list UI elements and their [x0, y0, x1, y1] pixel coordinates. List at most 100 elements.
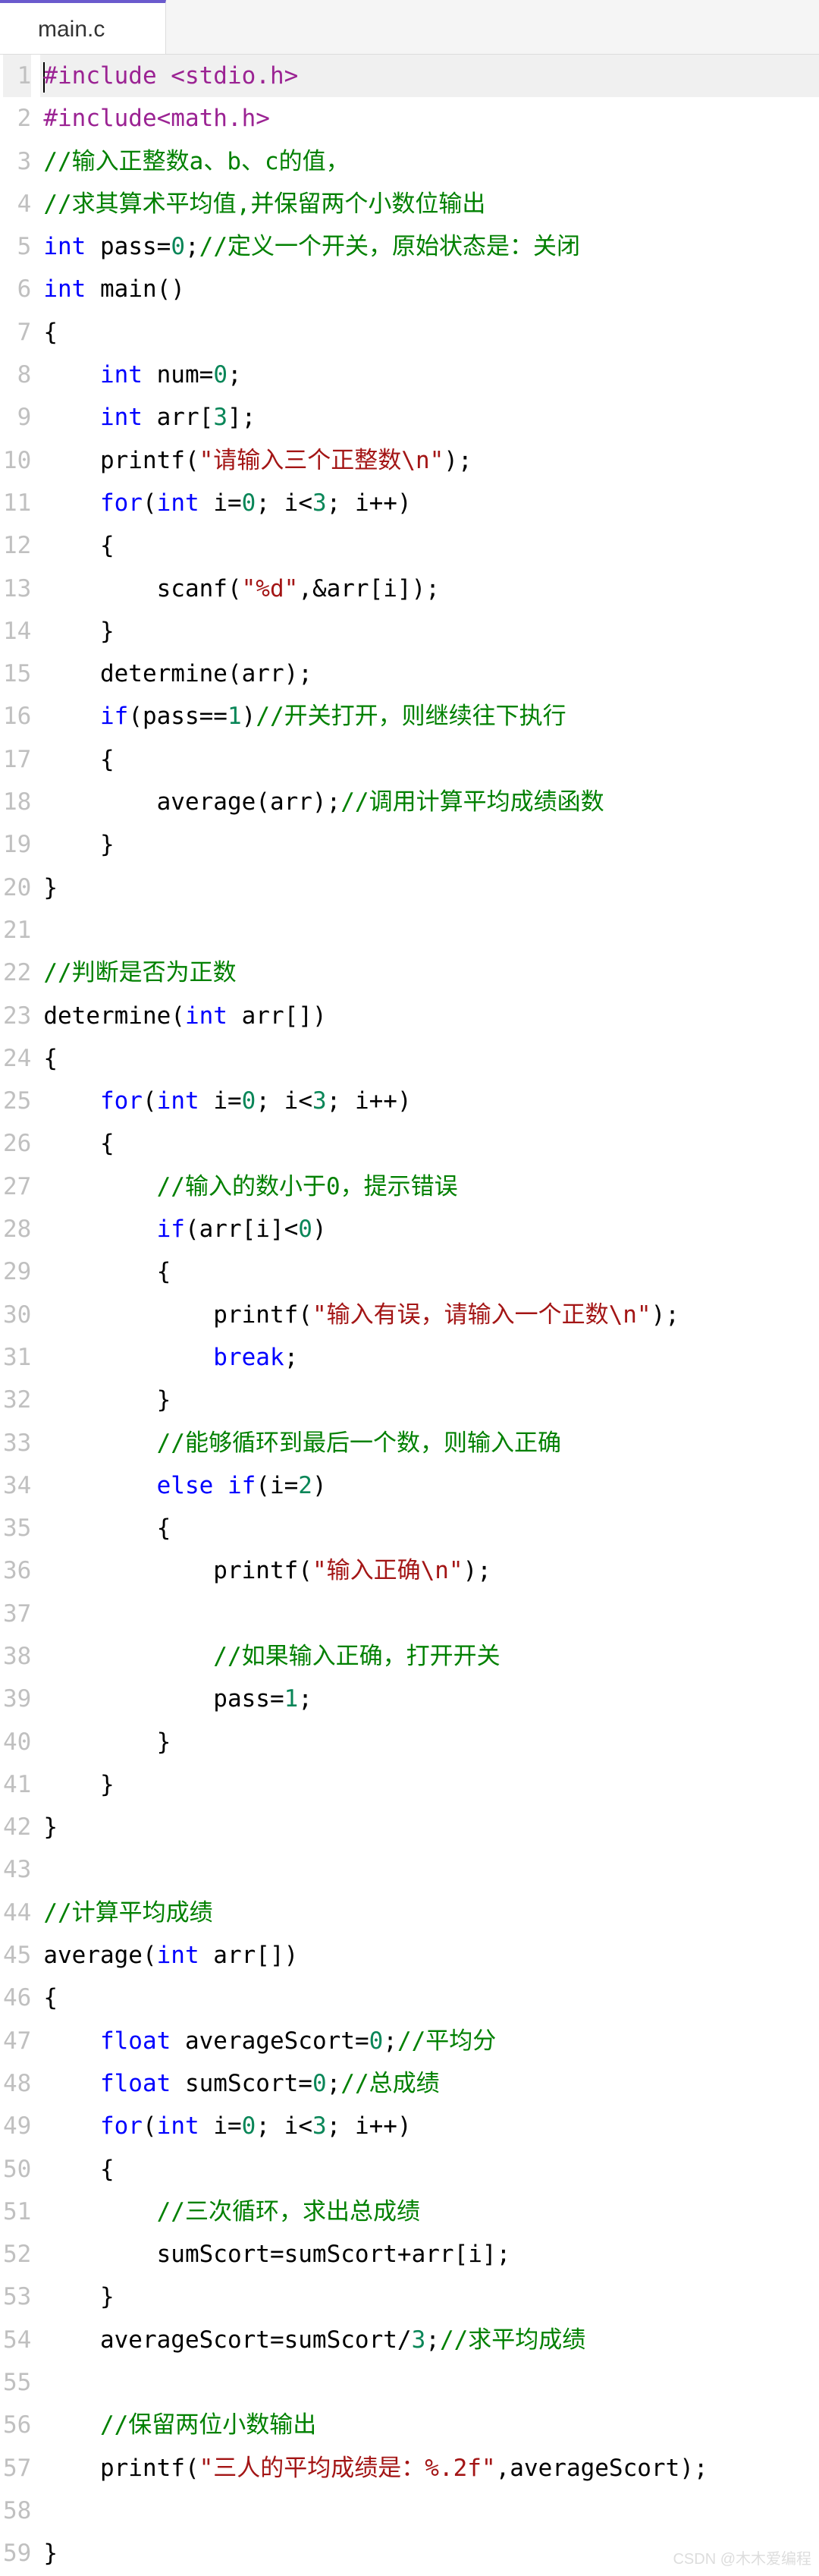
code-token: ; i< [256, 2112, 312, 2140]
code-line[interactable]: average(arr);//调用计算平均成绩函数 [40, 781, 819, 823]
code-line[interactable]: //三次循环，求出总成绩 [40, 2191, 819, 2233]
code-line[interactable]: { [40, 1037, 819, 1080]
code-line[interactable]: else if(i=2) [40, 1464, 819, 1507]
code-line[interactable]: } [40, 2276, 819, 2318]
code-token: ,averageScort); [496, 2455, 708, 2482]
line-number: 43 [3, 1848, 31, 1891]
line-number: 57 [3, 2447, 31, 2490]
code-line[interactable]: break; [40, 1336, 819, 1379]
code-line[interactable]: printf("请输入三个正整数\n"); [40, 439, 819, 482]
code-line[interactable]: #include <stdio.h> [40, 55, 819, 97]
code-line[interactable]: int pass=0;//定义一个开关，原始状态是：关闭 [40, 225, 819, 268]
code-line[interactable]: } [40, 1721, 819, 1763]
code-line[interactable]: if(arr[i]<0) [40, 1208, 819, 1250]
code-line[interactable]: } [40, 610, 819, 653]
code-line[interactable]: int arr[3]; [40, 396, 819, 439]
code-line[interactable]: printf("输入正确\n"); [40, 1549, 819, 1592]
code-token: } [43, 1728, 171, 1756]
code-editor[interactable]: 1234567891011121314151617181920212223242… [0, 55, 819, 2575]
code-line[interactable]: if(pass==1)//开关打开，则继续往下执行 [40, 695, 819, 738]
code-line[interactable]: printf("三人的平均成绩是：%.2f",averageScort); [40, 2447, 819, 2490]
code-line[interactable]: average(int arr[]) [40, 1934, 819, 1977]
code-token: //输入的数小于0，提示错误 [157, 1173, 458, 1200]
code-token: } [43, 618, 114, 645]
code-area[interactable]: #include <stdio.h>#include<math.h>//输入正整… [40, 55, 819, 2575]
code-line[interactable]: //如果输入正确，打开开关 [40, 1635, 819, 1678]
code-line[interactable]: { [40, 1250, 819, 1293]
code-line[interactable]: { [40, 1122, 819, 1165]
code-line[interactable] [40, 1848, 819, 1891]
code-line[interactable]: //求其算术平均值,并保留两个小数位输出 [40, 183, 819, 225]
code-line[interactable]: int num=0; [40, 354, 819, 396]
code-token: //求平均成绩 [440, 2326, 585, 2354]
code-line[interactable]: //判断是否为正数 [40, 951, 819, 994]
line-number: 48 [3, 2062, 31, 2105]
code-line[interactable] [40, 1593, 819, 1635]
code-line[interactable]: //计算平均成绩 [40, 1892, 819, 1934]
code-line[interactable]: { [40, 738, 819, 781]
code-token: } [43, 874, 58, 901]
code-token: ; i< [256, 489, 312, 517]
code-line[interactable]: { [40, 311, 819, 354]
code-token: 3 [213, 404, 228, 431]
code-token: 0 [213, 361, 228, 388]
code-line[interactable]: scanf("%d",&arr[i]); [40, 568, 819, 610]
code-line[interactable]: } [40, 1806, 819, 1848]
code-line[interactable] [40, 2361, 819, 2404]
code-line[interactable]: float averageScort=0;//平均分 [40, 2020, 819, 2062]
code-line[interactable]: { [40, 524, 819, 567]
code-line[interactable] [40, 2490, 819, 2532]
code-token: ; i++) [327, 1087, 412, 1115]
code-line[interactable]: int main() [40, 268, 819, 310]
code-token [43, 1430, 156, 1457]
code-line[interactable]: //输入正整数a、b、c的值， [40, 140, 819, 183]
code-line[interactable] [40, 909, 819, 951]
line-number: 42 [3, 1806, 31, 1848]
code-line[interactable]: float sumScort=0;//总成绩 [40, 2062, 819, 2105]
code-token: } [43, 1386, 171, 1414]
watermark: CSDN @木木爱编程 [673, 2546, 811, 2568]
code-line[interactable]: //能够循环到最后一个数，则输入正确 [40, 1422, 819, 1464]
code-line[interactable]: //保留两位小数输出 [40, 2404, 819, 2446]
code-line[interactable]: } [40, 1379, 819, 1421]
line-number: 29 [3, 1250, 31, 1293]
line-number-gutter: 1234567891011121314151617181920212223242… [0, 55, 40, 2575]
code-line[interactable]: { [40, 1977, 819, 2019]
line-number: 6 [3, 268, 31, 310]
line-number: 52 [3, 2233, 31, 2276]
line-number: 33 [3, 1422, 31, 1464]
code-line[interactable]: sumScort=sumScort+arr[i]; [40, 2233, 819, 2276]
code-line[interactable]: determine(int arr[]) [40, 995, 819, 1037]
code-line[interactable]: averageScort=sumScort/3;//求平均成绩 [40, 2319, 819, 2361]
code-line[interactable]: #include<math.h> [40, 97, 819, 140]
code-line[interactable]: } [40, 823, 819, 866]
code-line[interactable]: pass=1; [40, 1678, 819, 1720]
code-token: int [43, 233, 86, 260]
line-number: 15 [3, 653, 31, 695]
line-number: 9 [3, 396, 31, 439]
code-token: arr[]) [199, 1942, 299, 1969]
code-line[interactable]: determine(arr); [40, 653, 819, 695]
code-line[interactable]: } [40, 867, 819, 909]
code-token: ; [383, 2027, 397, 2055]
code-token: ; [425, 2326, 440, 2354]
code-line[interactable]: } [40, 1763, 819, 1806]
code-line[interactable]: { [40, 1507, 819, 1549]
code-token [43, 489, 100, 517]
code-token [43, 361, 100, 388]
code-token: 0 [242, 489, 256, 517]
code-token: arr[]) [228, 1002, 327, 1030]
code-token: int [157, 489, 199, 517]
code-line[interactable]: printf("输入有误，请输入一个正数\n"); [40, 1294, 819, 1336]
code-token: int [100, 404, 143, 431]
code-token: ; i< [256, 1087, 312, 1115]
code-line[interactable]: //输入的数小于0，提示错误 [40, 1165, 819, 1208]
code-token: ( [143, 1087, 157, 1115]
code-line[interactable]: for(int i=0; i<3; i++) [40, 1080, 819, 1122]
tab-main-c[interactable]: main.c [0, 0, 166, 54]
code-line[interactable]: { [40, 2148, 819, 2191]
line-number: 11 [3, 482, 31, 524]
code-token: 0 [171, 233, 185, 260]
code-line[interactable]: for(int i=0; i<3; i++) [40, 2105, 819, 2147]
code-line[interactable]: for(int i=0; i<3; i++) [40, 482, 819, 524]
